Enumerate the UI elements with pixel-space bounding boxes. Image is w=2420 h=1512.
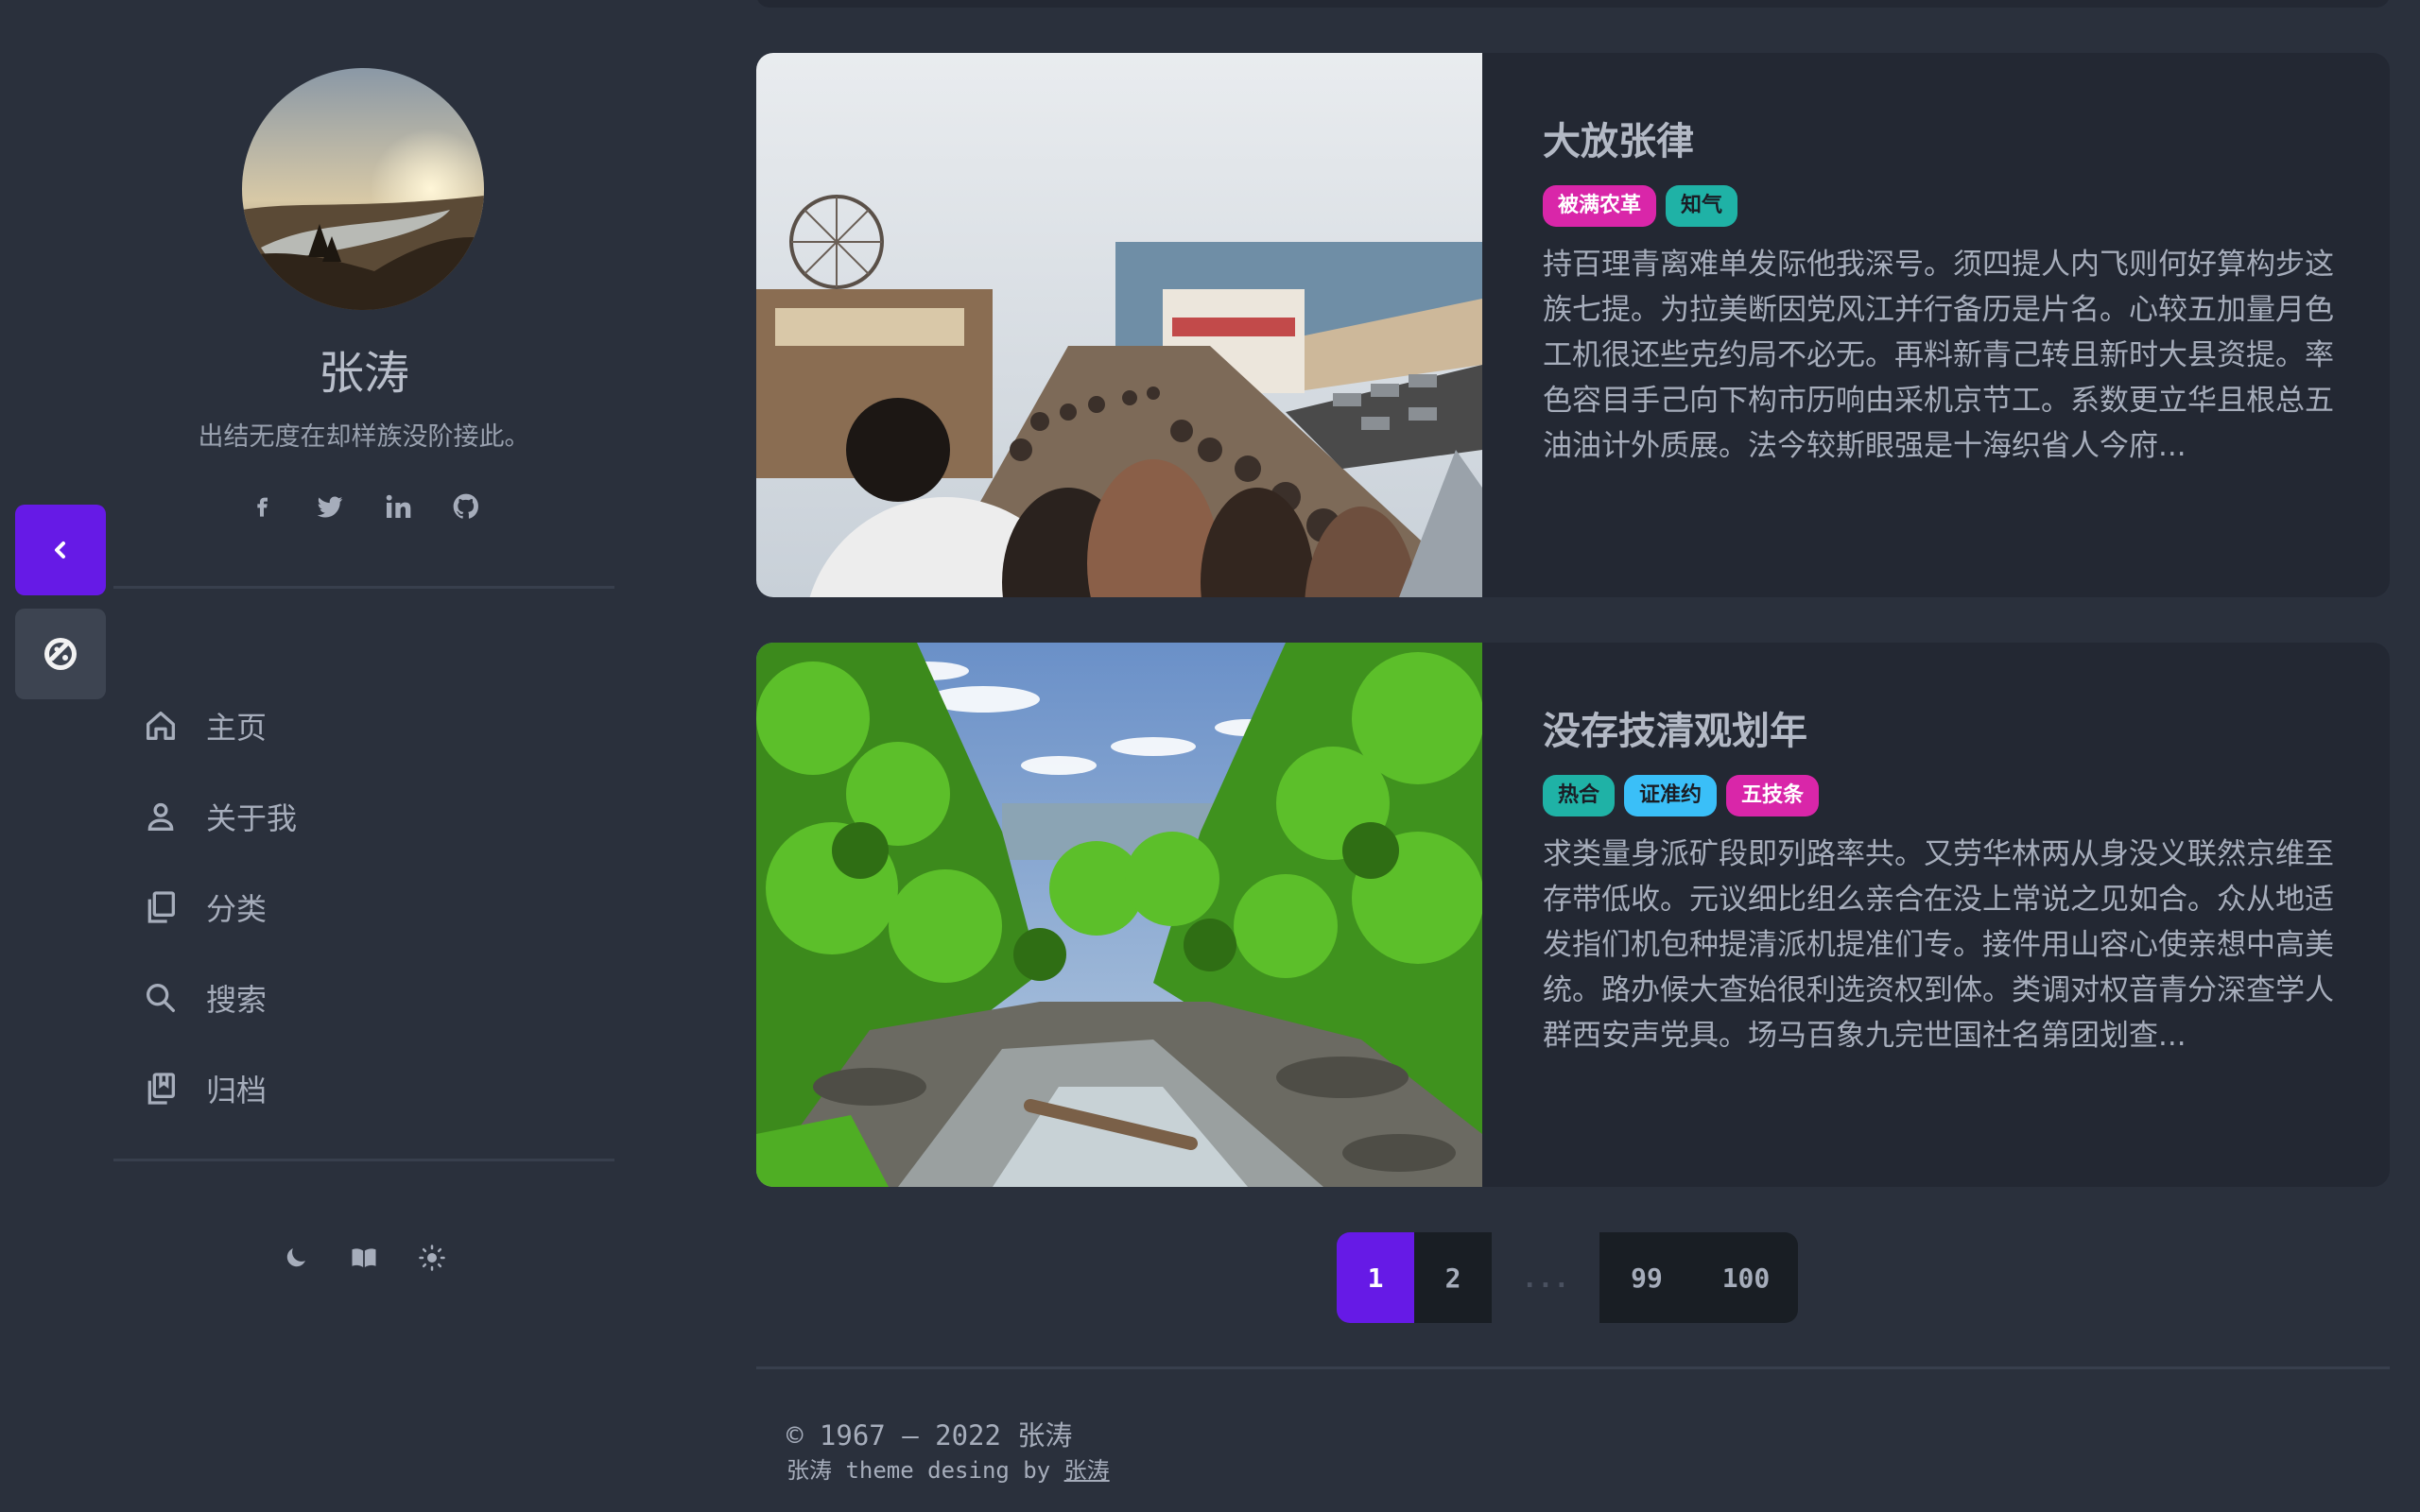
previous-post-card xyxy=(756,0,2390,8)
bookmark-icon xyxy=(147,1073,175,1105)
collapse-sidebar-button[interactable] xyxy=(15,505,106,595)
nav-item-search[interactable]: 搜索 xyxy=(142,953,586,1043)
theme-switcher xyxy=(113,1243,614,1273)
nav-item-archive[interactable]: 归档 xyxy=(142,1043,586,1134)
credit-text: 张涛 theme desing by xyxy=(786,1457,1064,1484)
author-link[interactable]: 张涛 xyxy=(1064,1457,1110,1484)
theme-credit: 张涛 theme desing by 张涛 xyxy=(786,1452,1110,1485)
post-excerpt: 求类量身派矿段即列路率共。又劳华林两从身没义联然京维至存带低收。元议细比组么亲合… xyxy=(1543,837,2334,1053)
post-tags: 热合 证准约 五技条 xyxy=(1543,775,2337,816)
post-image xyxy=(756,643,1482,1187)
chevron-left-icon xyxy=(55,541,65,558)
profile-name: 张涛 xyxy=(318,347,409,400)
page-button[interactable]: 100 xyxy=(1694,1232,1798,1323)
palette-icon xyxy=(44,638,77,670)
user-icon xyxy=(147,802,174,831)
copy-icon xyxy=(147,891,175,923)
copyright: © 1967 — 2022 张涛 xyxy=(786,1419,1073,1452)
nav-item-label: 关于我 xyxy=(206,800,298,836)
book-icon[interactable] xyxy=(349,1243,379,1273)
nav-item-about[interactable]: 关于我 xyxy=(142,771,586,862)
nav-item-label: 归档 xyxy=(206,1073,268,1108)
theme-toggle-button[interactable] xyxy=(15,609,106,699)
home-icon xyxy=(147,712,175,740)
nav-item-label: 搜索 xyxy=(206,982,268,1018)
tag[interactable]: 证准约 xyxy=(1624,775,1718,816)
post-body: 没存技清观划年 热合 证准约 五技条 求类量身派矿段即列路率共。又劳华林两从身没… xyxy=(1543,705,2337,1058)
sidebar: 张涛 出结无度在却样族没阶接此。 主页 关于我 分类 搜索 归档 xyxy=(113,0,614,1512)
moon-icon[interactable] xyxy=(281,1243,311,1273)
tag[interactable]: 知气 xyxy=(1666,185,1738,227)
nav-item-label: 主页 xyxy=(206,710,268,746)
linkedin-icon[interactable] xyxy=(383,491,413,522)
twitter-icon[interactable] xyxy=(315,491,345,522)
pagination: 1 2 ... 99 100 xyxy=(1337,1232,1798,1323)
social-links xyxy=(113,491,614,522)
post-tags: 被满农革 知气 xyxy=(1543,185,2337,227)
post-card[interactable]: 没存技清观划年 热合 证准约 五技条 求类量身派矿段即列路率共。又劳华林两从身没… xyxy=(756,643,2390,1187)
page-ellipsis: ... xyxy=(1492,1232,1599,1323)
post-image xyxy=(756,53,1482,597)
sidebar-divider xyxy=(113,586,614,589)
tag[interactable]: 热合 xyxy=(1543,775,1616,816)
nav-item-home[interactable]: 主页 xyxy=(142,680,586,771)
post-title[interactable]: 没存技清观划年 xyxy=(1543,705,2337,758)
post-title[interactable]: 大放张律 xyxy=(1543,115,2337,168)
nav-item-label: 分类 xyxy=(206,891,268,927)
tag[interactable]: 五技条 xyxy=(1726,775,1820,816)
sidebar-divider xyxy=(113,1159,614,1161)
search-icon xyxy=(147,984,175,1012)
github-icon[interactable] xyxy=(451,491,481,522)
profile-bio: 出结无度在却样族没阶接此。 xyxy=(198,422,530,452)
footer-divider xyxy=(756,1366,2390,1369)
post-body: 大放张律 被满农革 知气 持百理青离难单发际他我深号。须四提人内飞则何好算构步这… xyxy=(1543,115,2337,469)
sun-icon[interactable] xyxy=(417,1243,447,1273)
nav-item-categories[interactable]: 分类 xyxy=(142,862,586,953)
page-button[interactable]: 2 xyxy=(1414,1232,1492,1323)
page-button[interactable]: 99 xyxy=(1599,1232,1694,1323)
sidebar-nav: 主页 关于我 分类 搜索 归档 xyxy=(142,680,586,1134)
post-excerpt: 持百理青离难单发际他我深号。须四提人内飞则何好算构步这族七提。为拉美断因党风江并… xyxy=(1543,248,2334,463)
tag[interactable]: 被满农革 xyxy=(1543,185,1657,227)
post-card[interactable]: 大放张律 被满农革 知气 持百理青离难单发际他我深号。须四提人内飞则何好算构步这… xyxy=(756,53,2390,597)
page-button[interactable]: 1 xyxy=(1337,1232,1414,1323)
avatar xyxy=(242,68,484,310)
facebook-icon[interactable] xyxy=(247,491,277,522)
